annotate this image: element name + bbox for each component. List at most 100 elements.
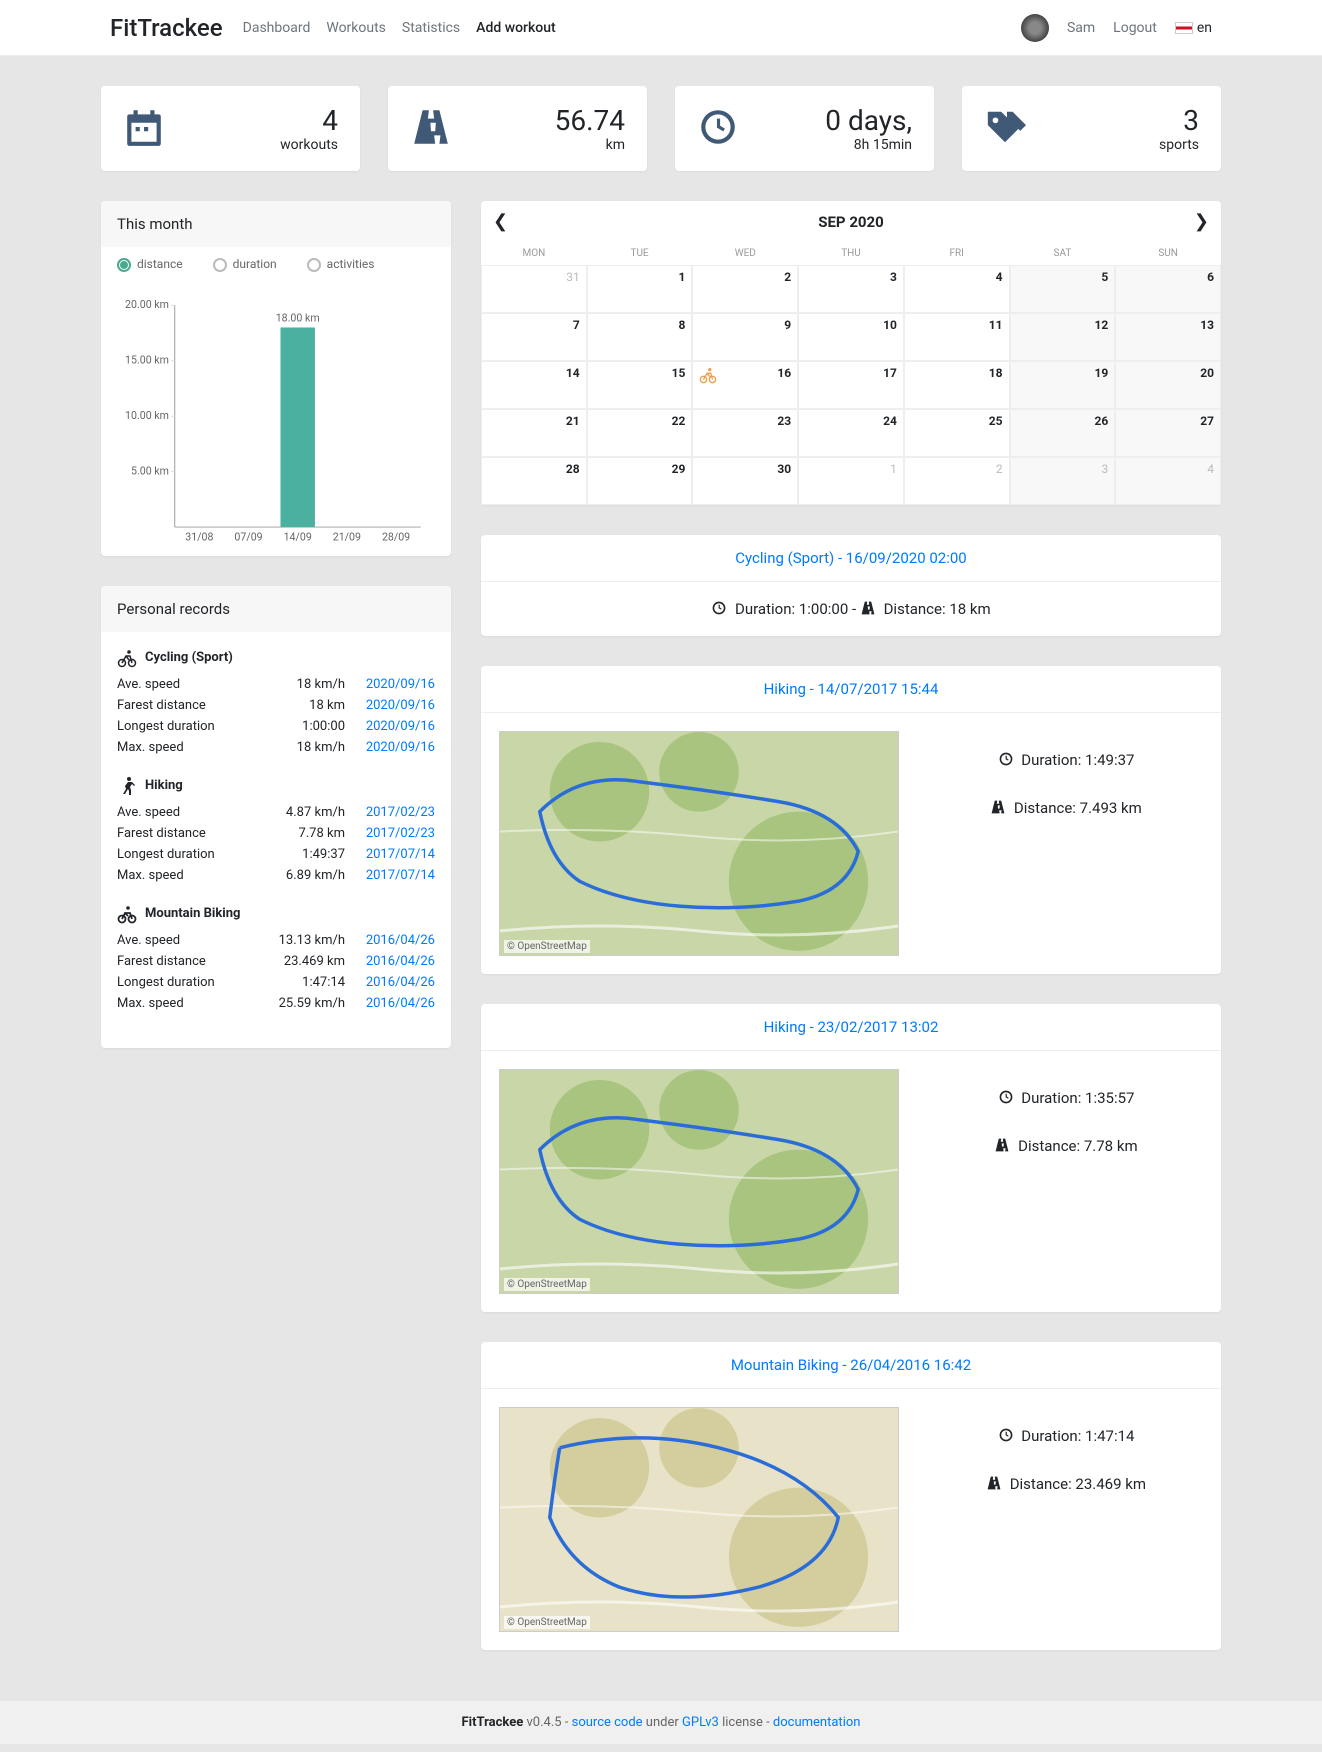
cal-cell[interactable]: 26 xyxy=(1010,409,1116,457)
cal-cell[interactable]: 21 xyxy=(481,409,587,457)
nav-user[interactable]: Sam xyxy=(1067,20,1095,36)
lang-selector[interactable]: en xyxy=(1175,20,1212,36)
record-date-link[interactable]: 2016/04/26 xyxy=(366,975,435,990)
cal-cell[interactable]: 15 xyxy=(587,361,693,409)
record-date-link[interactable]: 2016/04/26 xyxy=(366,954,435,969)
cal-cell[interactable]: 11 xyxy=(904,313,1010,361)
record-value: 6.89 km/h xyxy=(255,868,355,883)
record-label: Ave. speed xyxy=(117,805,255,820)
cal-prev[interactable]: ❮ xyxy=(493,211,508,232)
cal-cell[interactable]: 29 xyxy=(587,457,693,505)
cal-cell[interactable]: 4 xyxy=(1115,457,1221,505)
nav-dashboard[interactable]: Dashboard xyxy=(243,20,311,36)
stat-duration-label: 8h 15min xyxy=(825,137,912,153)
stat-card-workouts: 4workouts xyxy=(101,86,360,171)
hiking-icon xyxy=(117,776,137,796)
cal-cell[interactable]: 31 xyxy=(481,265,587,313)
cal-cell[interactable]: 2 xyxy=(904,457,1010,505)
sport-name: Mountain Biking xyxy=(145,906,240,921)
footer-docs[interactable]: documentation xyxy=(773,1715,861,1730)
cal-cell[interactable]: 28 xyxy=(481,457,587,505)
cal-title: SEP 2020 xyxy=(508,213,1194,231)
record-date-link[interactable]: 2017/02/23 xyxy=(366,826,435,841)
cal-cell[interactable]: 24 xyxy=(798,409,904,457)
workout-title[interactable]: Mountain Biking - 26/04/2016 16:42 xyxy=(481,1342,1221,1389)
radio-activities[interactable]: activities xyxy=(307,257,375,272)
workout-body: © OpenStreetMap Duration: 1:35:57 Distan… xyxy=(481,1051,1221,1312)
record-value: 18 km xyxy=(255,698,355,713)
cal-cell[interactable]: 19 xyxy=(1010,361,1116,409)
cal-cell[interactable]: 23 xyxy=(692,409,798,457)
workout-map[interactable]: © OpenStreetMap xyxy=(499,1069,899,1294)
record-label: Longest duration xyxy=(117,847,255,862)
cal-cell[interactable]: 10 xyxy=(798,313,904,361)
record-date-link[interactable]: 2016/04/26 xyxy=(366,933,435,948)
record-value: 7.78 km xyxy=(255,826,355,841)
cal-cell[interactable]: 16 xyxy=(692,361,798,409)
cal-cell[interactable]: 14 xyxy=(481,361,587,409)
flag-icon xyxy=(1175,22,1193,34)
footer-gpl[interactable]: GPLv3 xyxy=(682,1715,719,1730)
record-date-link[interactable]: 2020/09/16 xyxy=(366,698,435,713)
workout-title[interactable]: Hiking - 14/07/2017 15:44 xyxy=(481,666,1221,713)
record-date-link[interactable]: 2020/09/16 xyxy=(366,677,435,692)
cal-cell[interactable]: 13 xyxy=(1115,313,1221,361)
cal-cell[interactable]: 6 xyxy=(1115,265,1221,313)
radio-distance[interactable]: distance xyxy=(117,257,183,272)
cal-dow: TUE xyxy=(587,242,693,265)
cal-cell[interactable]: 5 xyxy=(1010,265,1116,313)
record-row: Longest duration1:47:142016/04/26 xyxy=(117,972,435,993)
workout-duration: Duration: 1:49:37 xyxy=(929,751,1203,769)
cal-cell[interactable]: 7 xyxy=(481,313,587,361)
nav-logout[interactable]: Logout xyxy=(1113,20,1157,36)
cal-next[interactable]: ❯ xyxy=(1194,211,1209,232)
nav-workouts[interactable]: Workouts xyxy=(326,20,386,36)
record-date-link[interactable]: 2017/07/14 xyxy=(366,868,435,883)
cal-event-icon[interactable] xyxy=(699,366,717,387)
svg-text:18.00 km: 18.00 km xyxy=(276,312,320,325)
workout-title[interactable]: Hiking - 23/02/2017 13:02 xyxy=(481,1004,1221,1051)
footer-source[interactable]: source code xyxy=(572,1715,643,1730)
stat-card-sports: 3sports xyxy=(962,86,1221,171)
cal-cell[interactable]: 12 xyxy=(1010,313,1116,361)
svg-text:28/09: 28/09 xyxy=(382,530,410,543)
record-date-link[interactable]: 2017/02/23 xyxy=(366,805,435,820)
workout-card: Hiking - 23/02/2017 13:02© OpenStreetMap… xyxy=(481,1004,1221,1312)
record-value: 13.13 km/h xyxy=(255,933,355,948)
radio-duration[interactable]: duration xyxy=(213,257,277,272)
cal-cell[interactable]: 3 xyxy=(1010,457,1116,505)
nav-add-workout[interactable]: Add workout xyxy=(476,20,556,36)
record-row: Longest duration1:00:002020/09/16 xyxy=(117,716,435,737)
cal-cell[interactable]: 1 xyxy=(798,457,904,505)
workout-title[interactable]: Cycling (Sport) - 16/09/2020 02:00 xyxy=(481,535,1221,582)
workout-map[interactable]: © OpenStreetMap xyxy=(499,731,899,956)
record-value: 25.59 km/h xyxy=(255,996,355,1011)
cal-dow: THU xyxy=(798,242,904,265)
cal-cell[interactable]: 8 xyxy=(587,313,693,361)
cal-cell[interactable]: 2 xyxy=(692,265,798,313)
nav-statistics[interactable]: Statistics xyxy=(402,20,460,36)
cal-cell[interactable]: 27 xyxy=(1115,409,1221,457)
workout-map[interactable]: © OpenStreetMap xyxy=(499,1407,899,1632)
cal-cell[interactable]: 4 xyxy=(904,265,1010,313)
avatar[interactable] xyxy=(1021,14,1049,42)
cal-cell[interactable]: 25 xyxy=(904,409,1010,457)
cal-cell[interactable]: 9 xyxy=(692,313,798,361)
mtb-icon xyxy=(117,904,137,924)
cal-cell[interactable]: 17 xyxy=(798,361,904,409)
record-date-link[interactable]: 2017/07/14 xyxy=(366,847,435,862)
svg-text:10.00 km: 10.00 km xyxy=(125,409,169,422)
cal-dow: MON xyxy=(481,242,587,265)
cal-cell[interactable]: 30 xyxy=(692,457,798,505)
brand[interactable]: FitTrackee xyxy=(110,14,223,42)
cal-cell[interactable]: 22 xyxy=(587,409,693,457)
cal-dow: SAT xyxy=(1010,242,1116,265)
record-date-link[interactable]: 2020/09/16 xyxy=(366,740,435,755)
stat-workouts-label: workouts xyxy=(280,137,338,153)
record-date-link[interactable]: 2016/04/26 xyxy=(366,996,435,1011)
cal-cell[interactable]: 1 xyxy=(587,265,693,313)
cal-cell[interactable]: 3 xyxy=(798,265,904,313)
record-date-link[interactable]: 2020/09/16 xyxy=(366,719,435,734)
cal-cell[interactable]: 20 xyxy=(1115,361,1221,409)
cal-cell[interactable]: 18 xyxy=(904,361,1010,409)
